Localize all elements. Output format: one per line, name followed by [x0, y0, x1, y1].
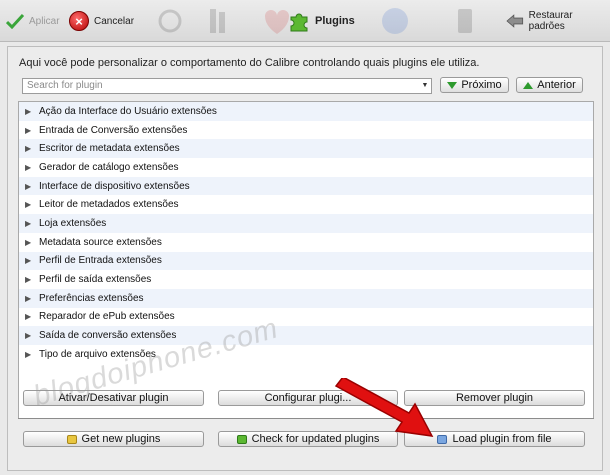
get-new-plugins-button[interactable]: Get new plugins: [23, 431, 204, 447]
expand-arrow-icon[interactable]: ▶: [25, 163, 39, 172]
expand-arrow-icon[interactable]: ▶: [25, 331, 39, 340]
category-label: Loja extensões: [39, 217, 107, 229]
list-item[interactable]: ▶ Saída de conversão extensões: [19, 326, 593, 345]
list-item[interactable]: ▶ Loja extensões: [19, 214, 593, 233]
list-item[interactable]: ▶ Ação da Interface do Usuário extensões: [19, 102, 593, 121]
list-item[interactable]: ▶ Entrada de Conversão extensões: [19, 121, 593, 140]
check-icon: [6, 13, 24, 29]
category-label: Perfil de saída extensões: [39, 274, 152, 286]
expand-arrow-icon[interactable]: ▶: [25, 238, 39, 247]
plugins-section: Plugins: [288, 8, 355, 34]
category-label: Interface de dispositivo extensões: [39, 180, 190, 192]
category-label: Leitor de metadados extensões: [39, 199, 179, 211]
category-label: Saída de conversão extensões: [39, 330, 177, 342]
restore-defaults-button[interactable]: Restaurar padrões: [506, 8, 610, 34]
cancel-icon: ×: [69, 11, 89, 31]
category-label: Metadata source extensões: [39, 236, 162, 248]
category-label: Ação da Interface do Usuário extensões: [39, 105, 217, 117]
toolbar: Aplicar × Cancelar Plugins Restaurar pad…: [0, 0, 610, 42]
expand-arrow-icon[interactable]: ▶: [25, 350, 39, 359]
expand-arrow-icon[interactable]: ▶: [25, 256, 39, 265]
category-label: Gerador de catálogo extensões: [39, 161, 179, 173]
previous-label: Anterior: [537, 79, 576, 91]
category-label: Perfil de Entrada extensões: [39, 255, 162, 267]
divider: [18, 418, 594, 419]
apply-label: Aplicar: [29, 15, 60, 27]
expand-arrow-icon[interactable]: ▶: [25, 294, 39, 303]
expand-arrow-icon[interactable]: ▶: [25, 144, 39, 153]
search-dropdown-icon[interactable]: ▼: [420, 80, 430, 92]
restore-label: Restaurar padrões: [528, 10, 573, 32]
down-arrow-icon: [447, 81, 458, 89]
get-new-plugins-label: Get new plugins: [81, 433, 161, 445]
search-placeholder: Search for plugin: [27, 80, 103, 91]
plugins-label: Plugins: [315, 15, 355, 27]
category-label: Escritor de metadata extensões: [39, 143, 180, 155]
restore-icon: [506, 14, 524, 28]
list-item[interactable]: ▶ Perfil de saída extensões: [19, 270, 593, 289]
up-arrow-icon: [523, 81, 534, 89]
annotation-arrow-icon: [334, 378, 434, 437]
category-label: Reparador de ePub extensões: [39, 311, 175, 323]
list-item[interactable]: ▶ Metadata source extensões: [19, 233, 593, 252]
next-button[interactable]: Próximo: [440, 77, 509, 93]
plugins-dialog: Aqui você pode personalizar o comportame…: [7, 46, 603, 471]
remove-plugin-label: Remover plugin: [455, 392, 534, 404]
expand-arrow-icon[interactable]: ▶: [25, 182, 39, 191]
list-item[interactable]: ▶ Reparador de ePub extensões: [19, 308, 593, 327]
expand-arrow-icon[interactable]: ▶: [25, 107, 39, 116]
expand-arrow-icon[interactable]: ▶: [25, 219, 39, 228]
category-label: Preferências extensões: [39, 292, 144, 304]
expand-arrow-icon[interactable]: ▶: [25, 126, 39, 135]
puzzle-icon: [290, 13, 308, 32]
intro-text: Aqui você pode personalizar o comportame…: [19, 57, 480, 69]
puzzle-icon: [236, 434, 247, 444]
expand-arrow-icon[interactable]: ▶: [25, 312, 39, 321]
cancel-label: Cancelar: [94, 15, 135, 27]
plugin-store-icon: [66, 434, 77, 444]
category-label: Entrada de Conversão extensões: [39, 124, 188, 136]
load-plugin-file-label: Load plugin from file: [452, 433, 552, 445]
list-item[interactable]: ▶ Interface de dispositivo extensões: [19, 176, 593, 196]
list-item[interactable]: ▶ Leitor de metadados extensões: [19, 195, 593, 214]
next-label: Próximo: [461, 79, 502, 91]
list-item[interactable]: ▶ Escritor de metadata extensões: [19, 139, 593, 159]
search-input[interactable]: Search for plugin ▼: [22, 78, 432, 94]
apply-button[interactable]: Aplicar: [6, 8, 60, 34]
previous-button[interactable]: Anterior: [516, 77, 583, 93]
cancel-button[interactable]: × Cancelar: [69, 8, 134, 34]
expand-arrow-icon[interactable]: ▶: [25, 275, 39, 284]
expand-arrow-icon[interactable]: ▶: [25, 200, 39, 209]
list-item[interactable]: ▶ Perfil de Entrada extensões: [19, 251, 593, 271]
list-item[interactable]: ▶ Preferências extensões: [19, 288, 593, 308]
list-item[interactable]: ▶ Gerador de catálogo extensões: [19, 158, 593, 177]
